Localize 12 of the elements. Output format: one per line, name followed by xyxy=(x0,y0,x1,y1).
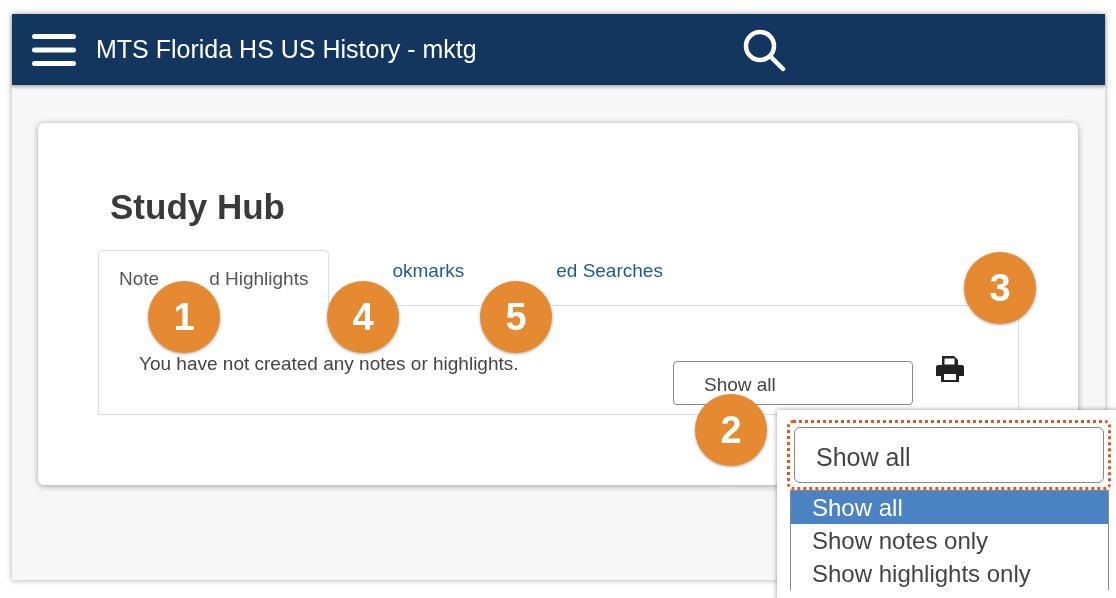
filter-select[interactable]: Show all xyxy=(794,427,1104,483)
page-title: Study Hub xyxy=(110,187,286,228)
empty-message: You have not created any notes or highlights. xyxy=(139,353,520,375)
dropdown-option[interactable]: Show all xyxy=(791,491,1108,524)
course-title: MTS Florida HS US History - mktg xyxy=(96,35,478,64)
tab[interactable]: okmarks xyxy=(391,257,466,283)
tab[interactable]: ed Searches xyxy=(555,257,664,283)
search-icon[interactable] xyxy=(742,27,786,72)
menu-icon[interactable] xyxy=(32,32,76,67)
dropdown-option[interactable]: Show notes only xyxy=(791,524,1108,557)
dropdown-option[interactable]: Show highlights only xyxy=(791,557,1108,590)
print-icon[interactable] xyxy=(935,354,965,384)
